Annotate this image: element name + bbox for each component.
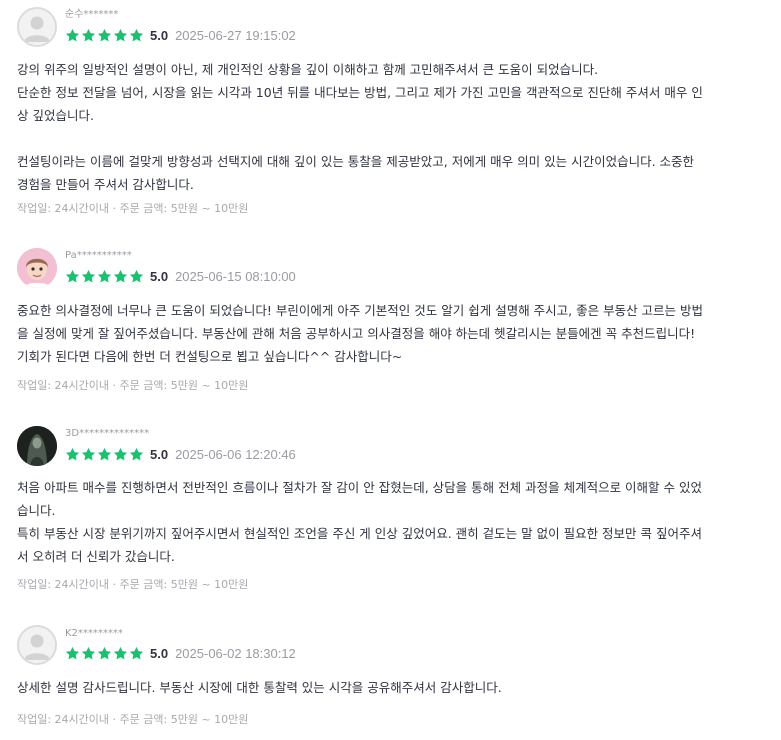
star-icon bbox=[97, 269, 112, 282]
avatar bbox=[17, 625, 57, 665]
review-text-line: 경험을 만들어 주셔서 감사합니다. bbox=[17, 177, 194, 192]
star-icon bbox=[129, 447, 144, 460]
star-icon bbox=[81, 269, 96, 282]
star-icon bbox=[65, 447, 80, 460]
review-text-line: 상 깊었습니다. bbox=[17, 108, 94, 123]
star-icon bbox=[65, 646, 80, 659]
review-item: Pa*********** 5.0 2025-06-15 08:10:00 중요… bbox=[0, 240, 781, 400]
rating-score: 5.0 bbox=[150, 645, 169, 661]
profile-photo-icon bbox=[17, 426, 57, 466]
review-text: 처음 아파트 매수를 진행하면서 전반적인 흐름이나 절차가 잘 감이 안 잡혔… bbox=[17, 476, 747, 568]
rating-row: 5.0 2025-06-15 08:10:00 bbox=[65, 267, 296, 285]
star-icon bbox=[97, 447, 112, 460]
review-item: 3D************** 5.0 2025-06-06 12:20:46… bbox=[0, 419, 781, 599]
star-icon bbox=[113, 646, 128, 659]
star-icon bbox=[113, 269, 128, 282]
star-icon bbox=[65, 269, 80, 282]
review-text-line: 상세한 설명 감사드립니다. 부동산 시장에 대한 통찰력 있는 시각을 공유해… bbox=[17, 680, 502, 695]
avatar bbox=[17, 426, 57, 466]
reviewer-nickname: Pa*********** bbox=[65, 250, 132, 261]
star-icon bbox=[65, 28, 80, 41]
avatar bbox=[17, 248, 57, 288]
review-text: 중요한 의사결정에 너무나 큰 도움이 되었습니다! 부린이에게 아주 기본적인… bbox=[17, 299, 747, 368]
star-icon bbox=[81, 646, 96, 659]
review-date: 2025-06-02 18:30:12 bbox=[175, 645, 296, 661]
rating-score: 5.0 bbox=[150, 268, 169, 284]
rating-score: 5.0 bbox=[150, 27, 169, 43]
star-icon bbox=[81, 447, 96, 460]
star-icon bbox=[129, 269, 144, 282]
star-icon bbox=[97, 28, 112, 41]
reviewer-nickname: 3D************** bbox=[65, 428, 150, 439]
review-text-line: 단순한 정보 전달을 넘어, 시장을 읽는 시각과 10년 뒤를 내다보는 방법… bbox=[17, 85, 703, 100]
rating-row: 5.0 2025-06-27 19:15:02 bbox=[65, 26, 296, 44]
star-icon bbox=[129, 646, 144, 659]
review-text-line: 습니다. bbox=[17, 503, 56, 518]
review-text-line: 서 오히려 더 신뢰가 갔습니다. bbox=[17, 549, 175, 564]
avatar bbox=[17, 7, 57, 47]
review-date: 2025-06-15 08:10:00 bbox=[175, 268, 296, 284]
star-rating bbox=[65, 28, 144, 43]
rating-score: 5.0 bbox=[150, 446, 169, 462]
review-text-line bbox=[17, 127, 747, 150]
star-icon bbox=[113, 28, 128, 41]
star-icon bbox=[129, 28, 144, 41]
review-item: 순수******* 5.0 2025-06-27 19:15:02 강의 위주의… bbox=[0, 0, 781, 230]
review-text-line: 을 실정에 맞게 잘 짚어주셨습니다. 부동산에 관해 처음 공부하시고 의사결… bbox=[17, 326, 696, 341]
rating-row: 5.0 2025-06-06 12:20:46 bbox=[65, 445, 296, 463]
review-text-line: 처음 아파트 매수를 진행하면서 전반적인 흐름이나 절차가 잘 감이 안 잡혔… bbox=[17, 480, 702, 495]
review-date: 2025-06-27 19:15:02 bbox=[175, 27, 296, 43]
star-rating bbox=[65, 646, 144, 661]
review-text-line: 컨설팅이라는 이름에 걸맞게 방향성과 선택지에 대해 깊이 있는 통찰을 제공… bbox=[17, 154, 695, 169]
default-avatar-icon bbox=[24, 634, 50, 660]
review-text: 강의 위주의 일방적인 설명이 아닌, 제 개인적인 상황을 깊이 이해하고 함… bbox=[17, 58, 747, 196]
profile-photo-icon bbox=[17, 248, 57, 288]
review-text-line: 중요한 의사결정에 너무나 큰 도움이 되었습니다! 부린이에게 아주 기본적인… bbox=[17, 303, 704, 318]
review-text-line: 기회가 된다면 다음에 한번 더 컨설팅으로 뵙고 싶습니다^^ 감사합니다~ bbox=[17, 349, 403, 364]
star-rating bbox=[65, 269, 144, 284]
star-icon bbox=[81, 28, 96, 41]
review-meta: 작업일: 24시간이내 · 주문 금액: 5만원 ~ 10만원 bbox=[17, 713, 249, 726]
review-text: 상세한 설명 감사드립니다. 부동산 시장에 대한 통찰력 있는 시각을 공유해… bbox=[17, 676, 747, 699]
review-text-line: 특히 부동산 시장 분위기까지 짚어주시면서 현실적인 조언을 주신 게 인상 … bbox=[17, 526, 702, 541]
star-rating bbox=[65, 447, 144, 462]
reviewer-nickname: K2********* bbox=[65, 628, 123, 639]
review-meta: 작업일: 24시간이내 · 주문 금액: 5만원 ~ 10만원 bbox=[17, 578, 249, 591]
star-icon bbox=[113, 447, 128, 460]
star-icon bbox=[97, 646, 112, 659]
review-meta: 작업일: 24시간이내 · 주문 금액: 5만원 ~ 10만원 bbox=[17, 202, 249, 215]
review-date: 2025-06-06 12:20:46 bbox=[175, 446, 296, 462]
default-avatar-icon bbox=[24, 16, 50, 42]
review-text-line: 강의 위주의 일방적인 설명이 아닌, 제 개인적인 상황을 깊이 이해하고 함… bbox=[17, 62, 599, 77]
review-meta: 작업일: 24시간이내 · 주문 금액: 5만원 ~ 10만원 bbox=[17, 379, 249, 392]
reviewer-nickname: 순수******* bbox=[65, 9, 119, 20]
rating-row: 5.0 2025-06-02 18:30:12 bbox=[65, 644, 296, 662]
review-item: K2********* 5.0 2025-06-02 18:30:12 상세한 … bbox=[0, 619, 781, 740]
